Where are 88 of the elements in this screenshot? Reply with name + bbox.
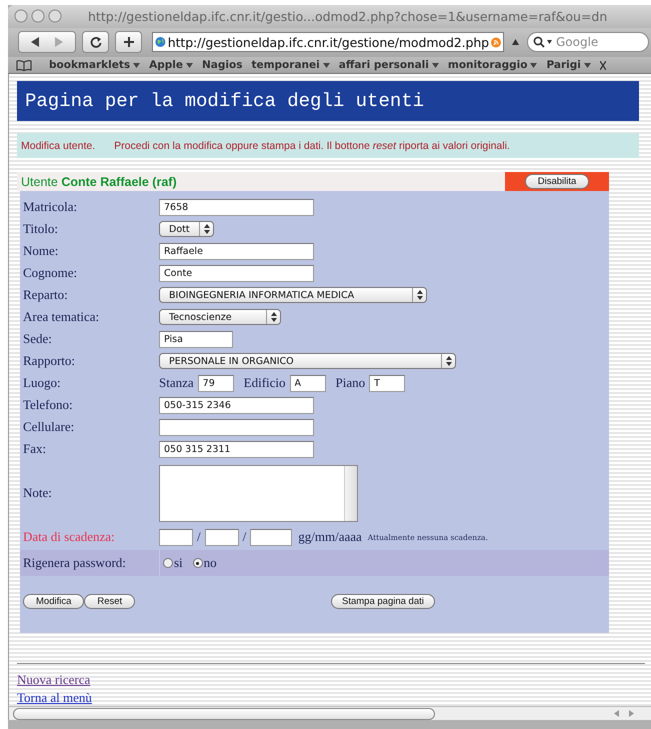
dropdown-arrow-icon: [322, 62, 330, 68]
user-title: Utente Conte Raffaele (raf): [20, 174, 177, 189]
date-field[interactable]: [250, 528, 292, 546]
scrollbar-track: [344, 466, 357, 521]
field-label: Titolo:: [22, 221, 59, 238]
field-label: Fax:: [22, 441, 48, 458]
search-field[interactable]: Google: [527, 32, 649, 52]
text-field[interactable]: Pisa: [159, 330, 233, 348]
add-bookmark-button[interactable]: [115, 31, 142, 54]
radio-option[interactable]: si: [163, 555, 183, 572]
page-heading: Pagina per la modifica degli utenti: [17, 81, 639, 122]
field-label: Sede:: [22, 331, 53, 348]
field-label: Piano: [336, 375, 366, 392]
date-field[interactable]: [204, 528, 239, 546]
notes-textarea[interactable]: [159, 464, 358, 522]
text-field[interactable]: T: [369, 374, 406, 392]
back-forward-button[interactable]: [18, 31, 76, 54]
dropdown-arrow-icon: [530, 62, 538, 68]
bookmark-item[interactable]: bookmarklets: [49, 59, 140, 72]
bookmark-item[interactable]: monitoraggio: [448, 59, 538, 72]
text-field[interactable]: Raffaele: [159, 242, 314, 260]
radio-option[interactable]: no: [192, 555, 217, 572]
dropdown-arrow-icon: [584, 62, 591, 68]
field-label: Nome:: [22, 243, 60, 260]
plus-icon: [122, 36, 134, 48]
rss-icon: [491, 36, 501, 49]
window-title: http://gestioneldap.ifc.cnr.it/gestio...odmod2.php?chose=1&username=raf&ou=dn: [88, 8, 608, 24]
scroll-arrows-icon[interactable]: [613, 709, 635, 718]
field-label: Luogo:: [22, 375, 62, 392]
dropdown[interactable]: BIOINGEGNERIA INFORMATICA MEDICA: [159, 287, 427, 304]
field-label: Telefono:: [22, 397, 74, 414]
scrollbar-thumb[interactable]: [13, 708, 435, 720]
text-field[interactable]: A: [290, 374, 326, 392]
date-format: gg/mm/aaaa: [298, 529, 362, 546]
text-field[interactable]: 050-315 2346: [159, 396, 314, 414]
field-label: Reparto:: [22, 287, 69, 304]
dropdown[interactable]: PERSONALE IN ORGANICO: [159, 353, 456, 370]
dropdown[interactable]: Dott: [159, 221, 214, 238]
disable-button[interactable]: Disabilita: [524, 174, 590, 190]
field-label: Note:: [22, 485, 53, 502]
text-field[interactable]: 79: [198, 374, 234, 392]
field-label: Cognome:: [22, 265, 78, 282]
book-icon[interactable]: [16, 60, 32, 71]
info-label: Modifica utente.: [21, 140, 96, 152]
bookmark-item[interactable]: affari personali: [338, 59, 439, 72]
text-field[interactable]: Conte: [159, 264, 314, 282]
bookmark-item[interactable]: Parigi: [546, 59, 591, 72]
field-label: Rapporto:: [22, 353, 76, 370]
reload-button[interactable]: [82, 31, 109, 54]
address-field[interactable]: http://gestioneldap.ifc.cnr.it/gestione/modmod2.php: [152, 32, 504, 52]
bookmark-item[interactable]: Nagios: [202, 59, 242, 72]
field-label: Data di scadenza:: [22, 529, 116, 546]
radio-button[interactable]: [192, 558, 203, 568]
field-label: Rigenera password:: [20, 550, 160, 576]
dropdown-arrow-icon: [133, 62, 140, 68]
updown-arrows-icon: [446, 356, 452, 366]
dropdown[interactable]: Tecnoscienze: [159, 309, 281, 326]
field-label: Matricola:: [22, 199, 78, 216]
text-field[interactable]: 050 315 2311: [159, 440, 314, 458]
updown-arrows-icon: [270, 312, 276, 322]
bookmark-item[interactable]: temporanei: [251, 59, 330, 72]
updown-arrows-icon: [204, 224, 210, 234]
field-label: Edificio: [244, 375, 286, 392]
globe-icon: [155, 35, 166, 50]
dropdown-caret-icon[interactable]: [512, 39, 519, 46]
field-label: Area tematica:: [22, 309, 100, 326]
reload-icon: [90, 36, 102, 48]
date-separator: /: [242, 529, 246, 546]
info-message: Procedi con la modifica oppure stampa i dati. Il bottone reset riporta ai valori originali.: [114, 140, 510, 152]
dropdown-arrow-icon: [432, 62, 439, 68]
submit-button[interactable]: Modifica: [23, 594, 84, 610]
radio-button[interactable]: [163, 558, 173, 568]
text-field[interactable]: [159, 418, 314, 436]
print-button[interactable]: Stampa pagina dati: [331, 594, 435, 610]
horizontal-scrollbar[interactable]: [8, 706, 651, 720]
updown-arrows-icon: [416, 290, 422, 300]
window-controls-icon[interactable]: [14, 9, 64, 24]
bookmark-item[interactable]: Apple: [149, 59, 193, 72]
reset-button[interactable]: Reset: [84, 594, 136, 610]
field-label: Stanza: [159, 375, 194, 392]
page-link[interactable]: Nuova ricerca: [17, 672, 90, 688]
page-link[interactable]: Torna al menù: [17, 690, 92, 706]
field-label: Cellulare:: [22, 419, 76, 436]
search-icon: [533, 36, 553, 48]
dropdown-arrow-icon: [186, 62, 193, 68]
date-separator: /: [197, 529, 201, 546]
text-field[interactable]: 7658: [159, 198, 314, 216]
date-field[interactable]: [159, 528, 193, 546]
